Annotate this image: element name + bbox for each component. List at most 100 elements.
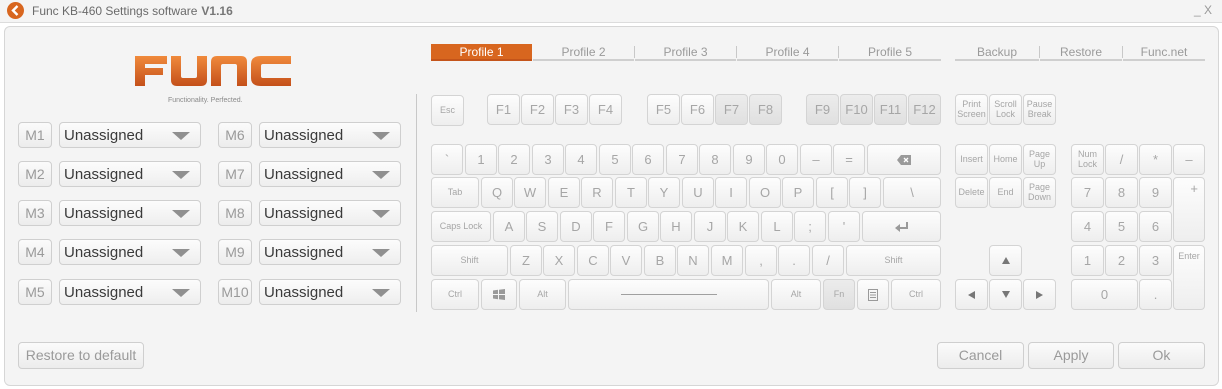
key-h[interactable]: H xyxy=(660,211,692,242)
key-menu[interactable] xyxy=(857,279,889,310)
key-num-3[interactable]: 3 xyxy=(1139,245,1172,276)
key-fn[interactable]: Fn xyxy=(823,279,855,310)
key-num-star[interactable]: * xyxy=(1139,144,1172,175)
key-c[interactable]: C xyxy=(577,245,609,276)
macro-dropdown-m9[interactable]: Unassigned xyxy=(259,239,401,265)
key-f4[interactable]: F4 xyxy=(589,94,622,125)
key-x[interactable]: X xyxy=(543,245,575,276)
key-f3[interactable]: F3 xyxy=(555,94,588,125)
key-l[interactable]: L xyxy=(761,211,793,242)
key-num-1[interactable]: 1 xyxy=(1071,245,1104,276)
key-f12[interactable]: F12 xyxy=(908,94,941,125)
key-enter[interactable] xyxy=(862,211,941,242)
macro-dropdown-m4[interactable]: Unassigned xyxy=(59,239,201,265)
key-tab[interactable]: Tab xyxy=(431,177,479,208)
macro-dropdown-m10[interactable]: Unassigned xyxy=(259,279,401,305)
key-right-alt[interactable]: Alt xyxy=(771,279,821,310)
key-right-shift[interactable]: Shift xyxy=(846,245,941,276)
key-page-up[interactable]: Page Up xyxy=(1023,144,1056,175)
key-s[interactable]: S xyxy=(526,211,558,242)
macro-dropdown-m2[interactable]: Unassigned xyxy=(59,161,201,187)
key-num-6[interactable]: 6 xyxy=(1139,211,1172,242)
key-f10[interactable]: F10 xyxy=(840,94,873,125)
key-3[interactable]: 3 xyxy=(532,144,564,175)
key-e[interactable]: E xyxy=(548,177,580,208)
window-controls[interactable]: _ X xyxy=(1194,3,1212,17)
key-q[interactable]: Q xyxy=(481,177,513,208)
key-arrow-right[interactable] xyxy=(1023,279,1056,310)
key-num-dot[interactable]: . xyxy=(1139,279,1172,310)
key-backslash[interactable]: \ xyxy=(883,177,941,208)
key-v[interactable]: V xyxy=(610,245,642,276)
backup-link[interactable]: Backup xyxy=(955,44,1039,61)
key-u[interactable]: U xyxy=(682,177,714,208)
key-8[interactable]: 8 xyxy=(699,144,731,175)
key-1[interactable]: 1 xyxy=(465,144,497,175)
key-minus[interactable]: – xyxy=(800,144,832,175)
key-n[interactable]: N xyxy=(677,245,709,276)
macro-dropdown-m5[interactable]: Unassigned xyxy=(59,279,201,305)
key-period[interactable]: . xyxy=(778,245,810,276)
key-f7[interactable]: F7 xyxy=(715,94,748,125)
tab-profile-5[interactable]: Profile 5 xyxy=(839,44,941,61)
key-f6[interactable]: F6 xyxy=(681,94,714,125)
key-9[interactable]: 9 xyxy=(733,144,765,175)
macro-dropdown-m6[interactable]: Unassigned xyxy=(259,122,401,148)
key-pause-break[interactable]: Pause Break xyxy=(1023,94,1056,125)
key-insert[interactable]: Insert xyxy=(955,144,988,175)
key-0[interactable]: 0 xyxy=(766,144,798,175)
key-right-ctrl[interactable]: Ctrl xyxy=(891,279,941,310)
key-f2[interactable]: F2 xyxy=(521,94,554,125)
key-right-bracket[interactable]: ] xyxy=(849,177,881,208)
restore-default-button[interactable]: Restore to default xyxy=(18,342,144,369)
key-page-down[interactable]: Page Down xyxy=(1023,177,1056,208)
key-f8[interactable]: F8 xyxy=(749,94,782,125)
key-num-plus[interactable]: + xyxy=(1173,177,1205,242)
key-home[interactable]: Home xyxy=(989,144,1022,175)
key-2[interactable]: 2 xyxy=(498,144,530,175)
key-j[interactable]: J xyxy=(694,211,726,242)
key-left-ctrl[interactable]: Ctrl xyxy=(431,279,479,310)
key-semicolon[interactable]: ; xyxy=(794,211,826,242)
key-left-shift[interactable]: Shift xyxy=(431,245,508,276)
key-caps-lock[interactable]: Caps Lock xyxy=(431,211,491,242)
key-quote[interactable]: ' xyxy=(828,211,860,242)
macro-dropdown-m7[interactable]: Unassigned xyxy=(259,161,401,187)
key-4[interactable]: 4 xyxy=(565,144,597,175)
key-m[interactable]: M xyxy=(711,245,743,276)
key-f[interactable]: F xyxy=(593,211,625,242)
ok-button[interactable]: Ok xyxy=(1118,342,1205,369)
key-end[interactable]: End xyxy=(989,177,1022,208)
key-o[interactable]: O xyxy=(749,177,781,208)
key-r[interactable]: R xyxy=(581,177,613,208)
key-scroll-lock[interactable]: Scroll Lock xyxy=(989,94,1022,125)
key-f1[interactable]: F1 xyxy=(487,94,520,125)
key-num-9[interactable]: 9 xyxy=(1139,177,1172,208)
key-num-4[interactable]: 4 xyxy=(1071,211,1104,242)
tab-profile-1[interactable]: Profile 1 xyxy=(431,44,532,61)
key-num-lock[interactable]: Num Lock xyxy=(1071,144,1104,175)
key-num-slash[interactable]: / xyxy=(1105,144,1138,175)
key-p[interactable]: P xyxy=(782,177,814,208)
tab-profile-2[interactable]: Profile 2 xyxy=(533,44,634,61)
key-g[interactable]: G xyxy=(627,211,659,242)
key-z[interactable]: Z xyxy=(510,245,542,276)
tab-profile-3[interactable]: Profile 3 xyxy=(635,44,736,61)
key-num-5[interactable]: 5 xyxy=(1105,211,1138,242)
key-f9[interactable]: F9 xyxy=(806,94,839,125)
key-backtick[interactable]: ` xyxy=(431,144,463,175)
macro-dropdown-m3[interactable]: Unassigned xyxy=(59,200,201,226)
key-num-0[interactable]: 0 xyxy=(1071,279,1138,310)
key-comma[interactable]: , xyxy=(745,245,777,276)
key-delete[interactable]: Delete xyxy=(955,177,988,208)
key-6[interactable]: 6 xyxy=(632,144,664,175)
key-arrow-left[interactable] xyxy=(955,279,988,310)
key-esc[interactable]: Esc xyxy=(431,95,464,126)
apply-button[interactable]: Apply xyxy=(1028,342,1114,369)
key-left-bracket[interactable]: [ xyxy=(816,177,848,208)
key-print-screen[interactable]: Print Screen xyxy=(955,94,988,125)
key-windows[interactable] xyxy=(481,279,517,310)
tab-profile-4[interactable]: Profile 4 xyxy=(737,44,838,61)
key-w[interactable]: W xyxy=(514,177,546,208)
key-left-alt[interactable]: Alt xyxy=(519,279,566,310)
